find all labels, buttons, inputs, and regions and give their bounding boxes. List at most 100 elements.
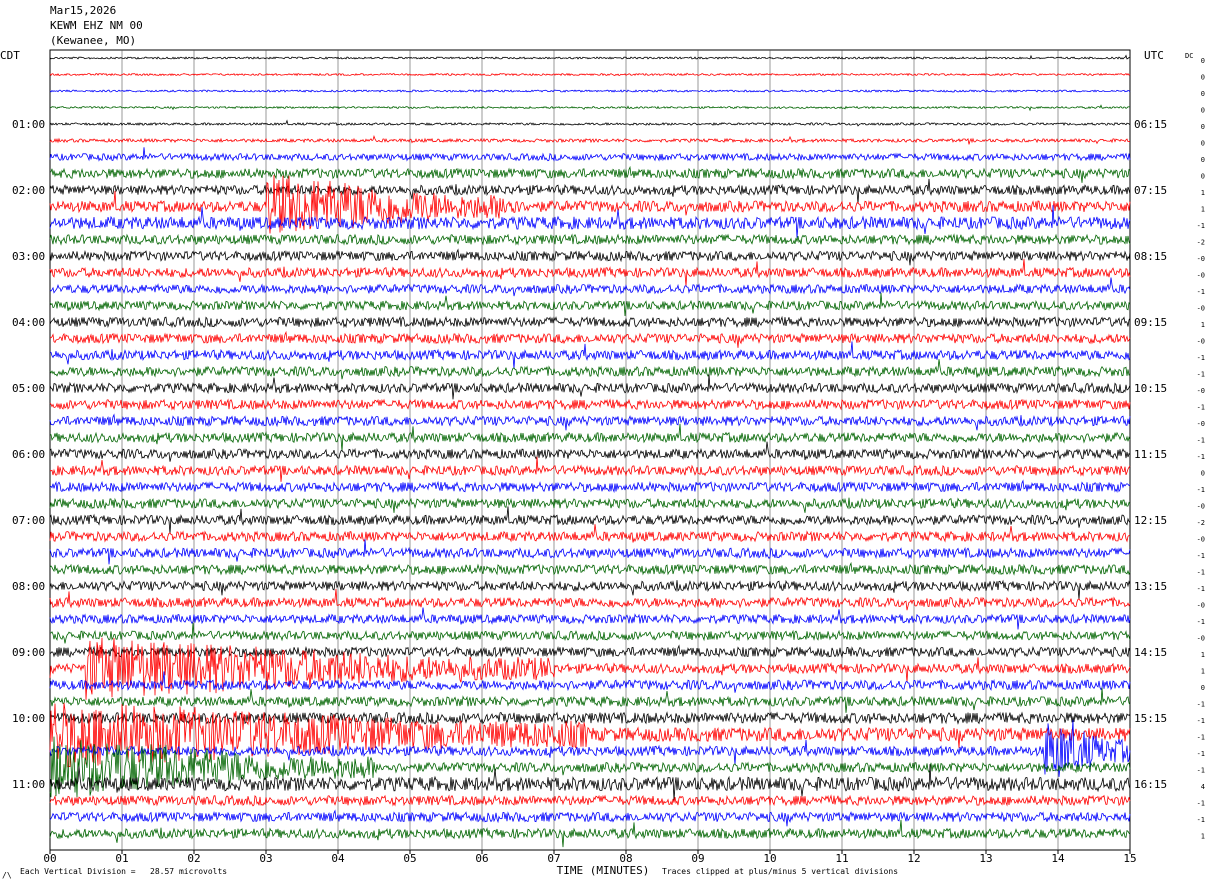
- cdt-hour-label: 05:00: [12, 382, 45, 395]
- seismic-trace: [49, 588, 1131, 611]
- utc-hour-label: 07:15: [1134, 184, 1167, 197]
- dc-offset-value: -0: [1197, 338, 1205, 346]
- seismic-trace: [49, 702, 1131, 768]
- dc-offset-value: -0: [1197, 602, 1205, 610]
- utc-hour-label: 06:15: [1134, 118, 1167, 131]
- x-tick-label: 12: [907, 852, 920, 865]
- seismic-trace: [49, 561, 1131, 576]
- seismic-trace: [49, 89, 1131, 93]
- utc-hour-label: 12:15: [1134, 514, 1167, 527]
- dc-offset-value: -0: [1197, 272, 1205, 280]
- x-tick-label: 01: [115, 852, 128, 865]
- dc-offset-value: 0: [1201, 684, 1205, 692]
- seismic-trace: [49, 135, 1131, 145]
- seismic-trace: [49, 506, 1131, 534]
- seismic-trace: [49, 54, 1130, 60]
- seismic-trace: [49, 809, 1131, 827]
- cdt-hour-label: 07:00: [12, 514, 45, 527]
- seismic-trace: [50, 423, 1131, 452]
- dc-offset-value: 0: [1201, 156, 1205, 164]
- dc-offset-value: -1: [1197, 437, 1205, 445]
- cdt-hour-label: 11:00: [12, 778, 45, 791]
- seismic-trace: [49, 258, 1131, 287]
- x-tick-label: 14: [1051, 852, 1065, 865]
- dc-offset-value: -0: [1197, 305, 1205, 313]
- seismic-trace: [49, 359, 1131, 380]
- dc-offset-value: 0: [1201, 123, 1205, 131]
- seismic-trace: [49, 497, 1131, 513]
- seismic-trace: [49, 456, 1131, 482]
- seismic-trace: [49, 644, 1131, 659]
- seismic-trace: [49, 398, 1131, 411]
- seismic-trace: [49, 178, 1131, 204]
- utc-hour-label: 15:15: [1134, 712, 1167, 725]
- dc-offset-value: 0: [1201, 107, 1205, 115]
- dc-offset-value: -1: [1197, 585, 1205, 593]
- dc-offset-value: -2: [1197, 519, 1205, 527]
- x-tick-label: 13: [979, 852, 992, 865]
- seismic-trace: [49, 292, 1131, 317]
- seismic-trace: [49, 277, 1131, 297]
- seismic-trace: [49, 341, 1131, 369]
- cdt-hour-label: 09:00: [12, 646, 45, 659]
- x-tick-label: 04: [331, 852, 345, 865]
- utc-hour-label: 08:15: [1134, 250, 1167, 263]
- seismic-trace: [49, 637, 1131, 700]
- utc-hour-label: 11:15: [1134, 448, 1167, 461]
- dc-offset-value: -1: [1197, 404, 1205, 412]
- dc-offset-value: -1: [1197, 816, 1205, 824]
- dc-offset-value: -0: [1197, 420, 1205, 428]
- dc-offset-value: -0: [1197, 536, 1205, 544]
- cdt-hour-label: 02:00: [12, 184, 45, 197]
- seismic-trace: [49, 524, 1131, 543]
- seismic-trace: [49, 119, 1131, 127]
- cdt-hour-label: 10:00: [12, 712, 45, 725]
- seismic-trace: [49, 147, 1131, 162]
- seismic-trace: [49, 104, 1130, 112]
- dc-offset-value: -1: [1197, 354, 1205, 362]
- cdt-hour-label: 06:00: [12, 448, 45, 461]
- dc-offset-value: 1: [1201, 668, 1205, 676]
- utc-hour-label: 14:15: [1134, 646, 1167, 659]
- cdt-hour-label: 01:00: [12, 118, 45, 131]
- x-tick-label: 10: [763, 852, 776, 865]
- dc-offset-value: -1: [1197, 717, 1205, 725]
- dc-offset-value: -1: [1197, 453, 1205, 461]
- dc-offset-value: 1: [1201, 833, 1205, 841]
- seismic-trace: [49, 374, 1131, 400]
- x-tick-label: 03: [259, 852, 272, 865]
- seismic-trace: [49, 687, 1131, 713]
- dc-offset-value: 1: [1201, 206, 1205, 214]
- seismic-trace: [49, 794, 1131, 807]
- dc-offset-value: -1: [1197, 800, 1205, 808]
- utc-hour-label: 16:15: [1134, 778, 1167, 791]
- seismic-trace: [49, 441, 1131, 462]
- dc-offset-value: -0: [1197, 387, 1205, 395]
- dc-offset-value: -0: [1197, 635, 1205, 643]
- cdt-hour-label: 03:00: [12, 250, 45, 263]
- x-tick-label: 11: [835, 852, 848, 865]
- dc-offset-value: -0: [1197, 255, 1205, 263]
- seismic-trace: [50, 330, 1131, 348]
- seismic-trace: [49, 205, 1131, 238]
- dc-offset-value: -1: [1197, 552, 1205, 560]
- seismic-trace: [49, 622, 1131, 644]
- x-tick-label: 02: [187, 852, 200, 865]
- dc-offset-value: -1: [1197, 371, 1205, 379]
- seismic-trace: [49, 479, 1131, 494]
- dc-offset-value: 0: [1201, 74, 1205, 82]
- cdt-hour-label: 08:00: [12, 580, 45, 593]
- utc-hour-label: 10:15: [1134, 382, 1167, 395]
- dc-offset-value: 1: [1201, 651, 1205, 659]
- scale-note: Each Vertical Division = 28.57 microvolt…: [20, 867, 228, 876]
- dc-offset-value: -1: [1197, 701, 1205, 709]
- dc-offset-value: -1: [1197, 618, 1205, 626]
- seismic-trace: [49, 579, 1131, 600]
- dc-offset-value: 1: [1201, 189, 1205, 197]
- dc-offset-value: 4: [1201, 783, 1205, 791]
- dc-offset-value: 1: [1201, 321, 1205, 329]
- dc-offset-value: -1: [1197, 750, 1205, 758]
- dc-offset-value: -1: [1197, 569, 1205, 577]
- seismic-trace: [49, 248, 1131, 266]
- x-tick-label: 05: [403, 852, 416, 865]
